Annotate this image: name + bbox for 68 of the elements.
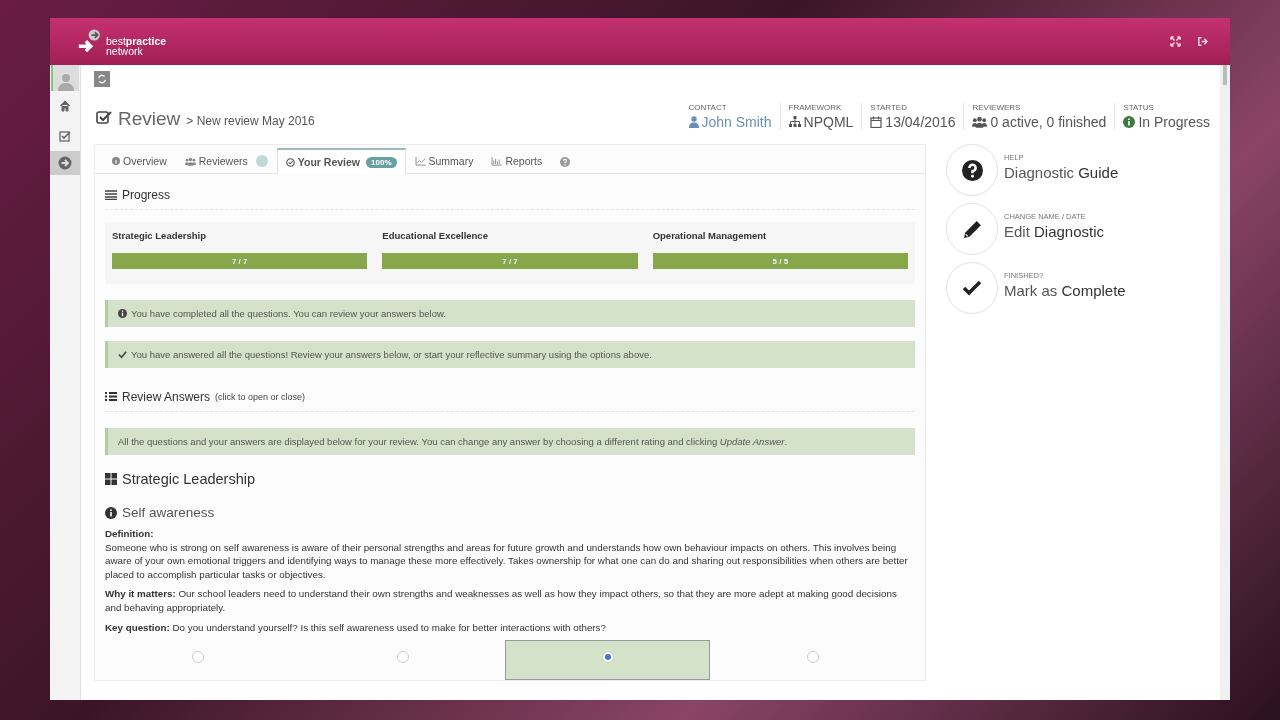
tab[interactable]: Summary [405, 148, 483, 173]
tab[interactable]: Your Review 100% [276, 148, 406, 174]
meta-label: CONTACT [688, 103, 728, 112]
progress-reading: 5 / 5 [771, 255, 790, 268]
group-heading: Strategic Leadership [122, 471, 255, 487]
avatar-silhouette[interactable] [51, 65, 79, 91]
tab[interactable]: Reviewers [175, 148, 277, 173]
refresh-icon [97, 74, 107, 84]
checkbox-icon [96, 109, 112, 125]
info-icon [105, 506, 117, 519]
check-circle-icon [285, 157, 295, 167]
meta-label: STARTED [870, 103, 908, 112]
checkbox-icon[interactable] [59, 130, 71, 142]
why-it-matters-text: Why it matters: Our school leaders need to understand their own strengths and weaknesses as well as how they impact others, so that they are more adept at making good decisions and behaving appropriately. [105, 587, 898, 615]
arrow-circle-icon [58, 156, 72, 170]
meta-value: NPQML [803, 114, 854, 130]
progress-label: Strategic Leadership [112, 230, 207, 241]
line-chart-icon [414, 156, 426, 166]
person-icon [688, 116, 699, 128]
page-title: Review [118, 108, 181, 130]
tab[interactable]: Overview [103, 148, 176, 173]
progress-reading: 7 / 7 [501, 255, 519, 268]
list-icon [105, 190, 117, 200]
calendar-icon [870, 116, 883, 128]
definition-label: Definition: [105, 527, 155, 541]
home-icon[interactable] [59, 100, 71, 112]
logout-icon[interactable] [1197, 36, 1208, 47]
breadcrumb: > New review May 2016 [186, 114, 315, 128]
person-silhouette-icon [56, 71, 76, 91]
rating-option[interactable] [505, 640, 710, 681]
info-icon [112, 157, 120, 165]
brand-name: bestpractice [106, 35, 167, 46]
sidebar-item[interactable] [50, 151, 80, 175]
check-icon [962, 278, 982, 298]
bar-chart-icon [491, 156, 503, 166]
progress-label: Educational Excellence [382, 230, 489, 241]
info-icon [118, 309, 127, 318]
meta-value[interactable]: John Smith [701, 114, 772, 130]
check-icon [118, 350, 127, 359]
pencil-icon [961, 218, 983, 240]
alert-message: All the questions and your answers are displayed below for your review. You can change any answer by choosing a different rating and clicking Update Answer. [118, 436, 788, 447]
meta-value: 13/04/2016 [885, 114, 956, 130]
section-heading[interactable]: Review Answers [122, 390, 211, 404]
alert-message: You have answered all the questions! Review your answers below, or start your reflective summary using the options above. [131, 349, 652, 360]
meta-label: REVIEWERS [972, 103, 1022, 112]
hint-text: (click to open or close) [215, 392, 306, 402]
help-icon [560, 157, 571, 167]
section-heading: Progress [122, 188, 171, 202]
expand-icon[interactable] [1170, 36, 1181, 47]
tab[interactable]: Reports [482, 148, 552, 173]
grid-icon [105, 473, 117, 485]
meta-value: In Progress [1138, 114, 1210, 130]
list-icon [105, 392, 117, 402]
meta-label: FRAMEWORK [788, 103, 843, 112]
info-icon [1123, 116, 1136, 128]
progress-label: Operational Management [652, 230, 768, 241]
help-icon [961, 159, 983, 181]
meta-value: 0 active, 0 finished [990, 114, 1107, 130]
hierarchy-icon [788, 116, 801, 128]
progress-reading: 7 / 7 [230, 255, 249, 268]
definition-text: Someone who is strong on self awareness is aware of their personal strengths and areas for future growth and understands how own behaviour impacts on others. This involves being aware of your own emotional triggers and identifying ways to manage these more effectively. Takes ownership for what one can do and sharing out responsibilities when others are better placed to accomplish particular tasks or objectives. [105, 540, 909, 582]
group-icon [972, 116, 988, 128]
alert-message: You have completed all the questions. You can review your answers below. [131, 308, 446, 319]
refresh-button[interactable] [94, 71, 110, 87]
meta-label: STATUS [1123, 103, 1155, 112]
key-question-text: Key question: Do you understand yourself? Is this self awareness used to make for better interactions with others? [105, 620, 607, 635]
competency-title: Self awareness [122, 505, 215, 520]
group-icon [184, 156, 196, 166]
